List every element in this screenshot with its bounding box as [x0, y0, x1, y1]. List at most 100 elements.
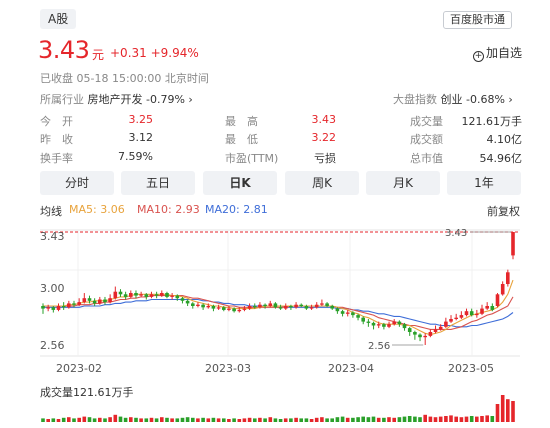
volume-bar: [41, 418, 45, 422]
volume-bar: [371, 416, 376, 422]
candle-body: [387, 324, 391, 327]
kline-chart[interactable]: 3.43 3.00 2.56 2023-02 2023-03 2023-04 2023-05…: [0, 0, 550, 428]
candle-body: [423, 335, 427, 338]
candle-body: [294, 304, 298, 308]
volume-bar: [113, 414, 118, 422]
volume-bar: [51, 418, 56, 422]
candle-body: [299, 304, 303, 306]
volume-bar: [82, 416, 87, 422]
candle-body: [506, 272, 510, 284]
volume-bar: [175, 418, 180, 422]
candle-body: [191, 303, 195, 306]
ma10-line: [43, 295, 514, 330]
volume-bar: [402, 416, 407, 422]
volume-bar: [191, 417, 195, 422]
candle-body: [160, 293, 164, 296]
volume-bar: [149, 417, 154, 422]
volume-bar: [154, 418, 159, 422]
candle-body: [118, 291, 123, 295]
volume-bar: [129, 417, 133, 422]
volume-bar: [345, 417, 350, 422]
volume-bar: [211, 417, 216, 422]
candle-body: [351, 312, 355, 316]
candle-body: [309, 307, 314, 309]
y-tick-label: 3.00: [40, 282, 65, 295]
candle-body: [495, 294, 500, 306]
volume-bar: [454, 416, 458, 422]
volume-bar: [67, 417, 71, 422]
candle-body: [113, 291, 118, 299]
volume-bar: [459, 417, 464, 422]
candle-body: [454, 317, 458, 319]
candle-body: [247, 306, 252, 309]
candle-body: [392, 321, 396, 325]
volume-bar: [247, 417, 252, 422]
candle-body: [449, 319, 453, 322]
volume-bar: [304, 418, 309, 422]
y-tick-label: 2.56: [40, 339, 65, 352]
candle-body: [222, 307, 226, 310]
candle-body: [108, 298, 112, 303]
candle-body: [263, 304, 267, 306]
volume-bar: [289, 418, 293, 422]
volume-bar: [253, 418, 257, 422]
volume-bar: [407, 416, 412, 422]
candle-body: [206, 306, 211, 308]
candle-body: [320, 303, 324, 305]
candle-body: [490, 306, 495, 310]
candle-body: [87, 298, 92, 301]
candle-body: [144, 294, 149, 297]
candle-body: [67, 303, 71, 308]
candle-body: [314, 304, 319, 308]
volume-bar: [160, 417, 164, 422]
candle-body: [459, 315, 464, 318]
candle-body: [340, 311, 345, 314]
volume-bar: [366, 417, 371, 422]
candle-body: [464, 311, 469, 316]
candle-body: [438, 326, 443, 330]
volume-bar: [170, 418, 174, 422]
volume-bar: [258, 417, 262, 422]
candle-body: [56, 306, 61, 310]
volume-bar: [77, 417, 81, 422]
ma20-line: [43, 298, 514, 328]
candle-body: [227, 308, 231, 310]
volume-bar: [144, 418, 149, 422]
volume-bar: [418, 417, 422, 422]
candle-body: [216, 307, 221, 309]
candle-body: [511, 232, 515, 256]
candle-body: [268, 303, 273, 306]
candle-body: [258, 304, 262, 308]
volume-bar: [330, 418, 334, 422]
candle-body: [485, 306, 489, 309]
candle-body: [273, 303, 278, 308]
candle-body: [196, 304, 200, 306]
candle-body: [175, 295, 180, 299]
candle-body: [480, 308, 484, 314]
candle-body: [165, 293, 169, 297]
volume-bar: [475, 416, 479, 422]
candle-body: [361, 317, 365, 322]
volume-bar: [185, 417, 190, 422]
volume-bar: [72, 418, 76, 422]
candle-body: [92, 300, 97, 304]
volume-bar: [500, 395, 505, 422]
candle-body: [129, 293, 133, 297]
volume-bar: [123, 417, 128, 422]
volume-bar: [263, 418, 267, 422]
candle-body: [103, 299, 107, 303]
candle-body: [61, 306, 66, 308]
volume-bar: [325, 418, 329, 422]
volume-label: 成交量121.61万手: [40, 386, 134, 399]
candle-body: [335, 308, 340, 312]
volume-bar: [495, 404, 500, 422]
candle-body: [185, 300, 190, 304]
volume-bar: [382, 417, 386, 422]
volume-bar: [428, 416, 433, 422]
volume-bar: [361, 416, 365, 422]
volume-bar: [320, 417, 324, 422]
volume-bar: [444, 416, 448, 422]
volume-bar: [278, 419, 283, 422]
volume-bar: [87, 417, 92, 422]
candle-body: [397, 321, 402, 325]
